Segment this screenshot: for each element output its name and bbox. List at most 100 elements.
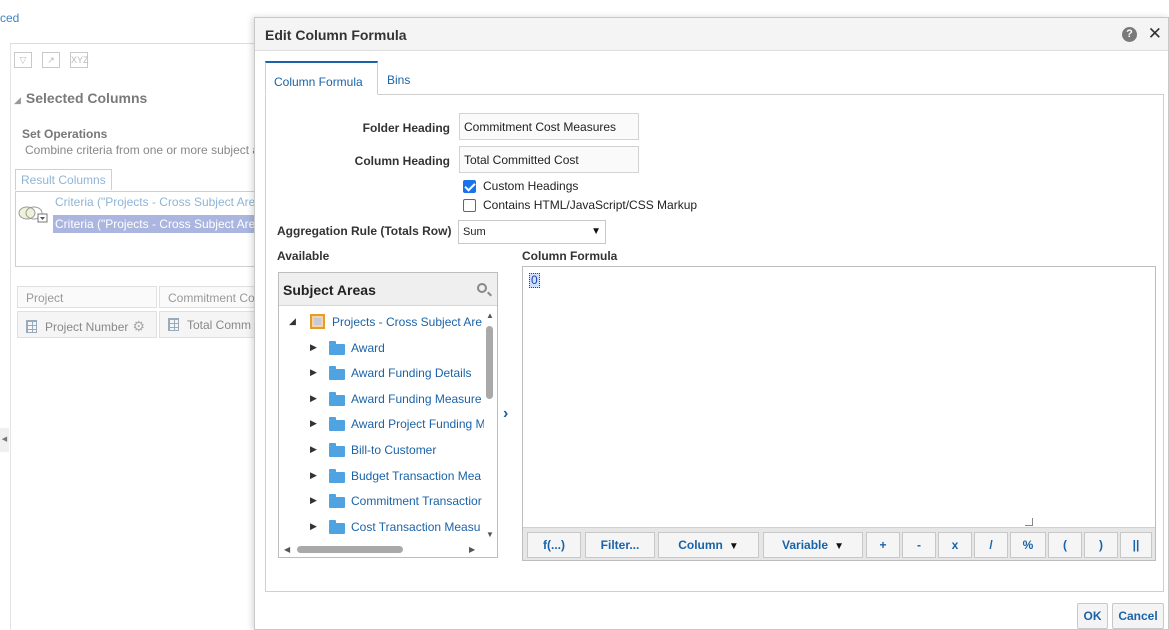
- custom-headings-checkbox[interactable]: Custom Headings: [463, 179, 578, 193]
- folder-icon: [329, 443, 345, 457]
- html-markup-label: Contains HTML/JavaScript/CSS Markup: [483, 198, 698, 212]
- vertical-scrollbar[interactable]: ▲ ▼: [484, 308, 496, 542]
- left-paren-button[interactable]: (: [1048, 532, 1082, 558]
- concat-button[interactable]: ||: [1120, 532, 1152, 558]
- percent-button[interactable]: %: [1010, 532, 1046, 558]
- filter-icon[interactable]: ▽: [14, 52, 32, 68]
- collapsed-triangle-icon[interactable]: ▶: [310, 470, 317, 481]
- variable-button[interactable]: Variable ▼: [763, 532, 863, 558]
- xyz-icon[interactable]: XYZ: [70, 52, 89, 68]
- collapsed-triangle-icon[interactable]: ▶: [310, 342, 317, 353]
- subject-areas-panel: Subject Areas ◢ Projects - Cross Subject…: [278, 272, 498, 558]
- column-label: Total Comm: [187, 318, 252, 332]
- tree-item[interactable]: ▶ Commitment Transactior: [279, 493, 484, 513]
- column-header-project[interactable]: Project: [17, 286, 157, 308]
- plus-button[interactable]: +: [866, 532, 900, 558]
- tab-bins[interactable]: Bins: [379, 61, 418, 95]
- divider: [10, 43, 260, 44]
- scroll-right-icon[interactable]: ▶: [469, 545, 475, 554]
- tree-item[interactable]: ▶ Award: [279, 340, 484, 360]
- scroll-up-icon[interactable]: ▲: [486, 311, 494, 320]
- cancel-button[interactable]: Cancel: [1112, 603, 1164, 629]
- criteria-item-selected[interactable]: Criteria ("Projects - Cross Subject Are: [53, 215, 263, 233]
- set-operations-description: Combine criteria from one or more subjec…: [25, 143, 260, 157]
- advanced-link[interactable]: ced: [0, 11, 19, 25]
- add-to-formula-arrow-icon[interactable]: ›: [503, 405, 508, 423]
- ok-button[interactable]: OK: [1077, 603, 1108, 629]
- tree-root[interactable]: ◢ Projects - Cross Subject Are: [279, 314, 484, 334]
- result-columns-tab[interactable]: Result Columns: [15, 169, 112, 190]
- aggregation-rule-select[interactable]: Sum ▼: [458, 220, 606, 244]
- collapsed-triangle-icon[interactable]: ▶: [310, 444, 317, 455]
- scroll-thumb[interactable]: [486, 326, 493, 399]
- criteria-item[interactable]: Criteria ("Projects - Cross Subject Are: [55, 195, 255, 209]
- horizontal-scrollbar[interactable]: ◀ ▶: [279, 543, 484, 557]
- venn-icon[interactable]: [18, 205, 48, 223]
- close-icon[interactable]: ✕: [1148, 24, 1162, 44]
- divider: [10, 44, 11, 630]
- checkbox-unchecked-icon[interactable]: [463, 198, 476, 212]
- collapsed-triangle-icon[interactable]: ▶: [310, 367, 317, 378]
- column-icon: [168, 318, 179, 331]
- tree-item-label: Award Funding Measure: [351, 392, 482, 406]
- tree-item[interactable]: ▶ Cost Transaction Measu: [279, 519, 484, 539]
- dialog-header: Edit Column Formula ? ✕: [255, 18, 1168, 51]
- aggregation-rule-value: Sum: [463, 226, 486, 238]
- custom-headings-label: Custom Headings: [483, 179, 579, 193]
- scroll-thumb[interactable]: [297, 546, 403, 553]
- edit-column-formula-dialog: Edit Column Formula ? ✕ Column Formula B…: [254, 17, 1169, 630]
- subject-areas-title: Subject Areas: [283, 282, 376, 298]
- tree-item-label: Bill-to Customer: [351, 443, 437, 457]
- tree-item[interactable]: ▶ Budget Transaction Mea: [279, 468, 484, 488]
- tree-item-label: Award: [351, 341, 385, 355]
- tree-item[interactable]: ▶ Award Funding Measure: [279, 391, 484, 411]
- subject-areas-tree: ◢ Projects - Cross Subject Are ▶ Award ▶…: [279, 308, 484, 542]
- function-button[interactable]: f(...): [527, 532, 581, 558]
- folder-heading-input[interactable]: Commitment Cost Measures: [459, 113, 639, 140]
- column-button[interactable]: Column ▼: [658, 532, 759, 558]
- folder-icon: [329, 520, 345, 534]
- right-paren-button[interactable]: ): [1084, 532, 1118, 558]
- formula-editor[interactable]: 0 f(...) Filter... Column ▼ Variable ▼ + -…: [522, 266, 1156, 561]
- gear-icon[interactable]: ⚙: [132, 318, 145, 334]
- divide-button[interactable]: /: [974, 532, 1008, 558]
- filter-button[interactable]: Filter...: [585, 532, 655, 558]
- collapse-panel-handle[interactable]: ◀: [0, 428, 9, 452]
- tab-column-formula[interactable]: Column Formula: [265, 61, 378, 95]
- selected-columns-header[interactable]: ◢ Selected Columns: [14, 90, 147, 106]
- variable-button-label: Variable: [782, 538, 829, 552]
- collapsed-triangle-icon[interactable]: ▶: [310, 521, 317, 532]
- column-heading-input[interactable]: Total Committed Cost: [459, 146, 639, 173]
- multiply-button[interactable]: x: [938, 532, 972, 558]
- checkbox-checked-icon[interactable]: [463, 179, 476, 193]
- tree-item[interactable]: ▶ Award Project Funding M: [279, 416, 484, 436]
- help-icon[interactable]: ?: [1122, 27, 1137, 42]
- column-cell[interactable]: Total Comm: [159, 311, 260, 338]
- column-header-commitment[interactable]: Commitment Co: [159, 286, 260, 308]
- chart-icon[interactable]: ↗: [42, 52, 60, 68]
- dropdown-arrow-icon: ▼: [834, 541, 844, 552]
- column-formula-label: Column Formula: [522, 249, 618, 263]
- collapsed-triangle-icon[interactable]: ▶: [310, 393, 317, 404]
- folder-icon: [329, 366, 345, 380]
- search-icon[interactable]: [477, 283, 487, 293]
- scroll-down-icon[interactable]: ▼: [486, 530, 494, 539]
- expanded-triangle-icon[interactable]: ◢: [289, 316, 296, 327]
- resize-grip-icon[interactable]: [1025, 518, 1033, 526]
- column-cell[interactable]: Project Number ⚙: [17, 311, 157, 338]
- scroll-left-icon[interactable]: ◀: [284, 545, 290, 554]
- column-label: Project Number: [45, 320, 129, 334]
- folder-heading-label: Folder Heading: [362, 121, 450, 135]
- available-label: Available: [277, 249, 330, 263]
- subject-areas-header: Subject Areas: [279, 273, 497, 306]
- tree-item[interactable]: ▶ Bill-to Customer: [279, 442, 484, 462]
- minus-button[interactable]: -: [902, 532, 936, 558]
- set-operations-title: Set Operations: [22, 127, 108, 141]
- collapsed-triangle-icon[interactable]: ▶: [310, 495, 317, 506]
- collapsed-triangle-icon[interactable]: ▶: [310, 418, 317, 429]
- tree-item[interactable]: ▶ Award Funding Details: [279, 365, 484, 385]
- formula-textarea[interactable]: 0: [529, 273, 540, 288]
- html-markup-checkbox[interactable]: Contains HTML/JavaScript/CSS Markup: [463, 198, 697, 212]
- collapse-triangle-icon: ◢: [14, 95, 21, 105]
- column-heading-label: Column Heading: [354, 154, 450, 168]
